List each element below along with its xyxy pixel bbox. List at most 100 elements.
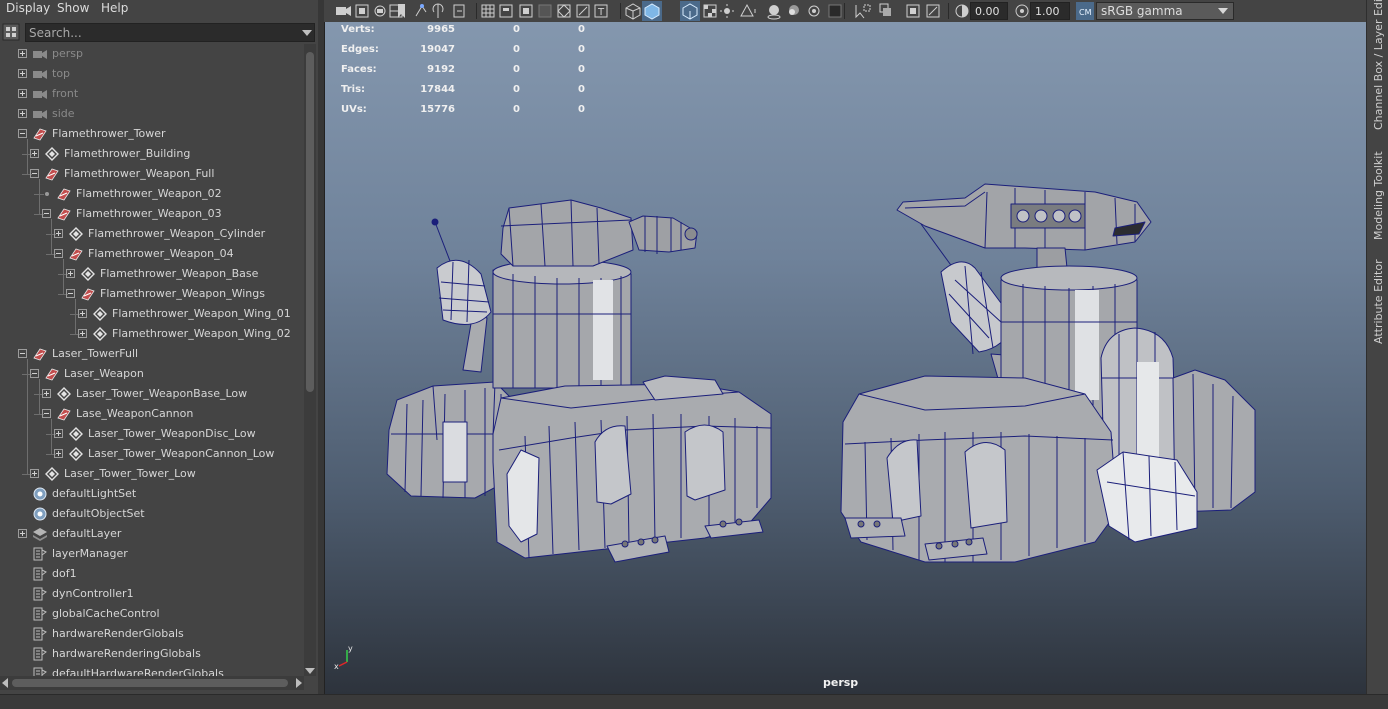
scroll-right-icon[interactable] <box>296 678 302 688</box>
outliner-item[interactable]: hardwareRenderingGlobals <box>0 644 304 664</box>
expand-icon[interactable] <box>54 429 63 438</box>
expand-icon[interactable] <box>30 469 39 478</box>
transform-icon <box>33 128 47 141</box>
expand-icon[interactable] <box>54 229 63 238</box>
outliner-item[interactable]: Laser_Tower_WeaponDisc_Low <box>0 424 304 444</box>
outliner-item[interactable]: front <box>0 84 304 104</box>
expand-icon[interactable] <box>18 529 27 538</box>
outliner-item-label: Flamethrower_Weapon_Wing_02 <box>112 327 291 340</box>
tab-attribute-editor[interactable]: Attribute Editor <box>1367 256 1388 344</box>
menu-display[interactable]: Display <box>6 1 50 15</box>
outliner-item-label: dof1 <box>52 567 77 580</box>
outliner-item[interactable]: Flamethrower_Tower <box>0 124 304 144</box>
hud-stat-label: Verts: <box>341 24 375 35</box>
node-icon <box>33 547 47 561</box>
expand-icon[interactable] <box>42 389 51 398</box>
outliner-item[interactable]: top <box>0 64 304 84</box>
view-transform-dropdown[interactable]: sRGB gamma <box>1096 2 1234 20</box>
scroll-left-icon[interactable] <box>2 678 8 688</box>
outliner-vertical-scrollbar[interactable] <box>304 44 316 676</box>
mesh-icon <box>45 147 59 161</box>
exposure-field[interactable] <box>970 2 1008 20</box>
outliner-item[interactable]: globalCacheControl <box>0 604 304 624</box>
color-management-button[interactable] <box>1076 2 1094 20</box>
tab-channel-box[interactable]: Channel Box / Layer Editor <box>1367 0 1388 130</box>
smooth-shade-button[interactable] <box>642 2 660 20</box>
collapse-icon[interactable] <box>18 349 27 358</box>
outliner-item[interactable]: defaultObjectSet <box>0 504 304 524</box>
transform-icon <box>45 368 59 381</box>
outliner-item[interactable]: Flamethrower_Building <box>0 144 304 164</box>
expand-icon[interactable] <box>78 329 87 338</box>
outliner-item[interactable]: Flamethrower_Weapon_03 <box>0 204 304 224</box>
outliner-item[interactable]: Flamethrower_Weapon_02 <box>0 184 304 204</box>
expand-icon[interactable] <box>18 69 27 78</box>
hud-stat-components: 0 <box>578 84 585 95</box>
outliner-item[interactable]: defaultLayer <box>0 524 304 544</box>
outliner-item[interactable]: Flamethrower_Weapon_Wings <box>0 284 304 304</box>
expand-icon[interactable] <box>18 49 27 58</box>
outliner-item[interactable]: Laser_Weapon <box>0 364 304 384</box>
outliner-item-label: Laser_Tower_WeaponCannon_Low <box>88 447 275 460</box>
search-dropdown-icon[interactable] <box>302 30 312 36</box>
outliner-item[interactable]: defaultHardwareRenderGlobals <box>0 664 304 676</box>
outliner-item[interactable]: persp <box>0 44 304 64</box>
outliner-item-label: defaultHardwareRenderGlobals <box>52 667 224 676</box>
expand-icon[interactable] <box>30 149 39 158</box>
hud-stat-components: 0 <box>578 104 585 115</box>
node-icon <box>33 567 47 581</box>
collapse-icon[interactable] <box>18 129 27 138</box>
outliner-item[interactable]: layerManager <box>0 544 304 564</box>
search-input[interactable] <box>25 23 315 42</box>
outliner-item-label: Laser_Weapon <box>64 367 144 380</box>
collapse-icon[interactable] <box>30 369 39 378</box>
hud-stat-components: 0 <box>578 64 585 75</box>
gamma-field[interactable] <box>1030 2 1070 20</box>
outliner-item[interactable]: Flamethrower_Weapon_Full <box>0 164 304 184</box>
outliner-item-label: Laser_Tower_WeaponDisc_Low <box>88 427 256 440</box>
perspective-viewport[interactable]: Verts: 9965 0 0 Edges: 19047 0 0 Faces: 9192 0 0 Tri… <box>324 22 1366 694</box>
collapse-icon[interactable] <box>42 409 51 418</box>
tab-modeling-toolkit[interactable]: Modeling Toolkit <box>1367 144 1388 240</box>
expand-icon[interactable] <box>18 89 27 98</box>
wireframe-on-shaded-button[interactable] <box>680 2 698 20</box>
collapse-icon[interactable] <box>42 209 51 218</box>
scroll-down-icon[interactable] <box>305 668 315 674</box>
search-options-icon[interactable] <box>2 23 20 41</box>
collapse-icon[interactable] <box>66 289 75 298</box>
outliner-item[interactable]: Laser_TowerFull <box>0 344 304 364</box>
outliner-item[interactable]: Flamethrower_Weapon_Cylinder <box>0 224 304 244</box>
axis-y-label: y <box>348 644 353 653</box>
expand-icon[interactable] <box>18 109 27 118</box>
outliner-item-label: dynController1 <box>52 587 134 600</box>
hud-stat-label: Edges: <box>341 44 379 55</box>
poly-count-hud: Verts: 9965 0 0 Edges: 19047 0 0 Faces: 9192 0 0 Tri… <box>325 22 625 122</box>
outliner-item-label: Flamethrower_Weapon_Wings <box>100 287 265 300</box>
outliner-item[interactable]: Flamethrower_Weapon_Wing_01 <box>0 304 304 324</box>
outliner-item[interactable]: dynController1 <box>0 584 304 604</box>
outliner-item[interactable]: defaultLightSet <box>0 484 304 504</box>
outliner-item-label: Flamethrower_Weapon_Cylinder <box>88 227 266 240</box>
outliner-item[interactable]: dof1 <box>0 564 304 584</box>
outliner-item[interactable]: Flamethrower_Weapon_04 <box>0 244 304 264</box>
outliner-item[interactable]: side <box>0 104 304 124</box>
outliner-horizontal-scrollbar[interactable] <box>0 676 304 690</box>
set-icon <box>33 507 47 521</box>
outliner-item[interactable]: Lase_WeaponCannon <box>0 404 304 424</box>
outliner-item[interactable]: Laser_Tower_Tower_Low <box>0 464 304 484</box>
collapse-icon[interactable] <box>54 249 63 258</box>
expand-icon[interactable] <box>78 309 87 318</box>
expand-icon[interactable] <box>66 269 75 278</box>
outliner-item[interactable]: hardwareRenderGlobals <box>0 624 304 644</box>
expand-icon[interactable] <box>54 449 63 458</box>
outliner-item[interactable]: Laser_Tower_WeaponBase_Low <box>0 384 304 404</box>
mesh-icon <box>93 327 107 341</box>
camera-select-button[interactable] <box>324 2 342 20</box>
outliner-item[interactable]: Laser_Tower_WeaponCannon_Low <box>0 444 304 464</box>
outliner-item-label: Flamethrower_Weapon_04 <box>88 247 234 260</box>
outliner-item[interactable]: Flamethrower_Weapon_Wing_02 <box>0 324 304 344</box>
outliner-item[interactable]: Flamethrower_Weapon_Base <box>0 264 304 284</box>
menu-show[interactable]: Show <box>57 1 89 15</box>
menu-help[interactable]: Help <box>101 1 128 15</box>
collapse-icon[interactable] <box>30 169 39 178</box>
